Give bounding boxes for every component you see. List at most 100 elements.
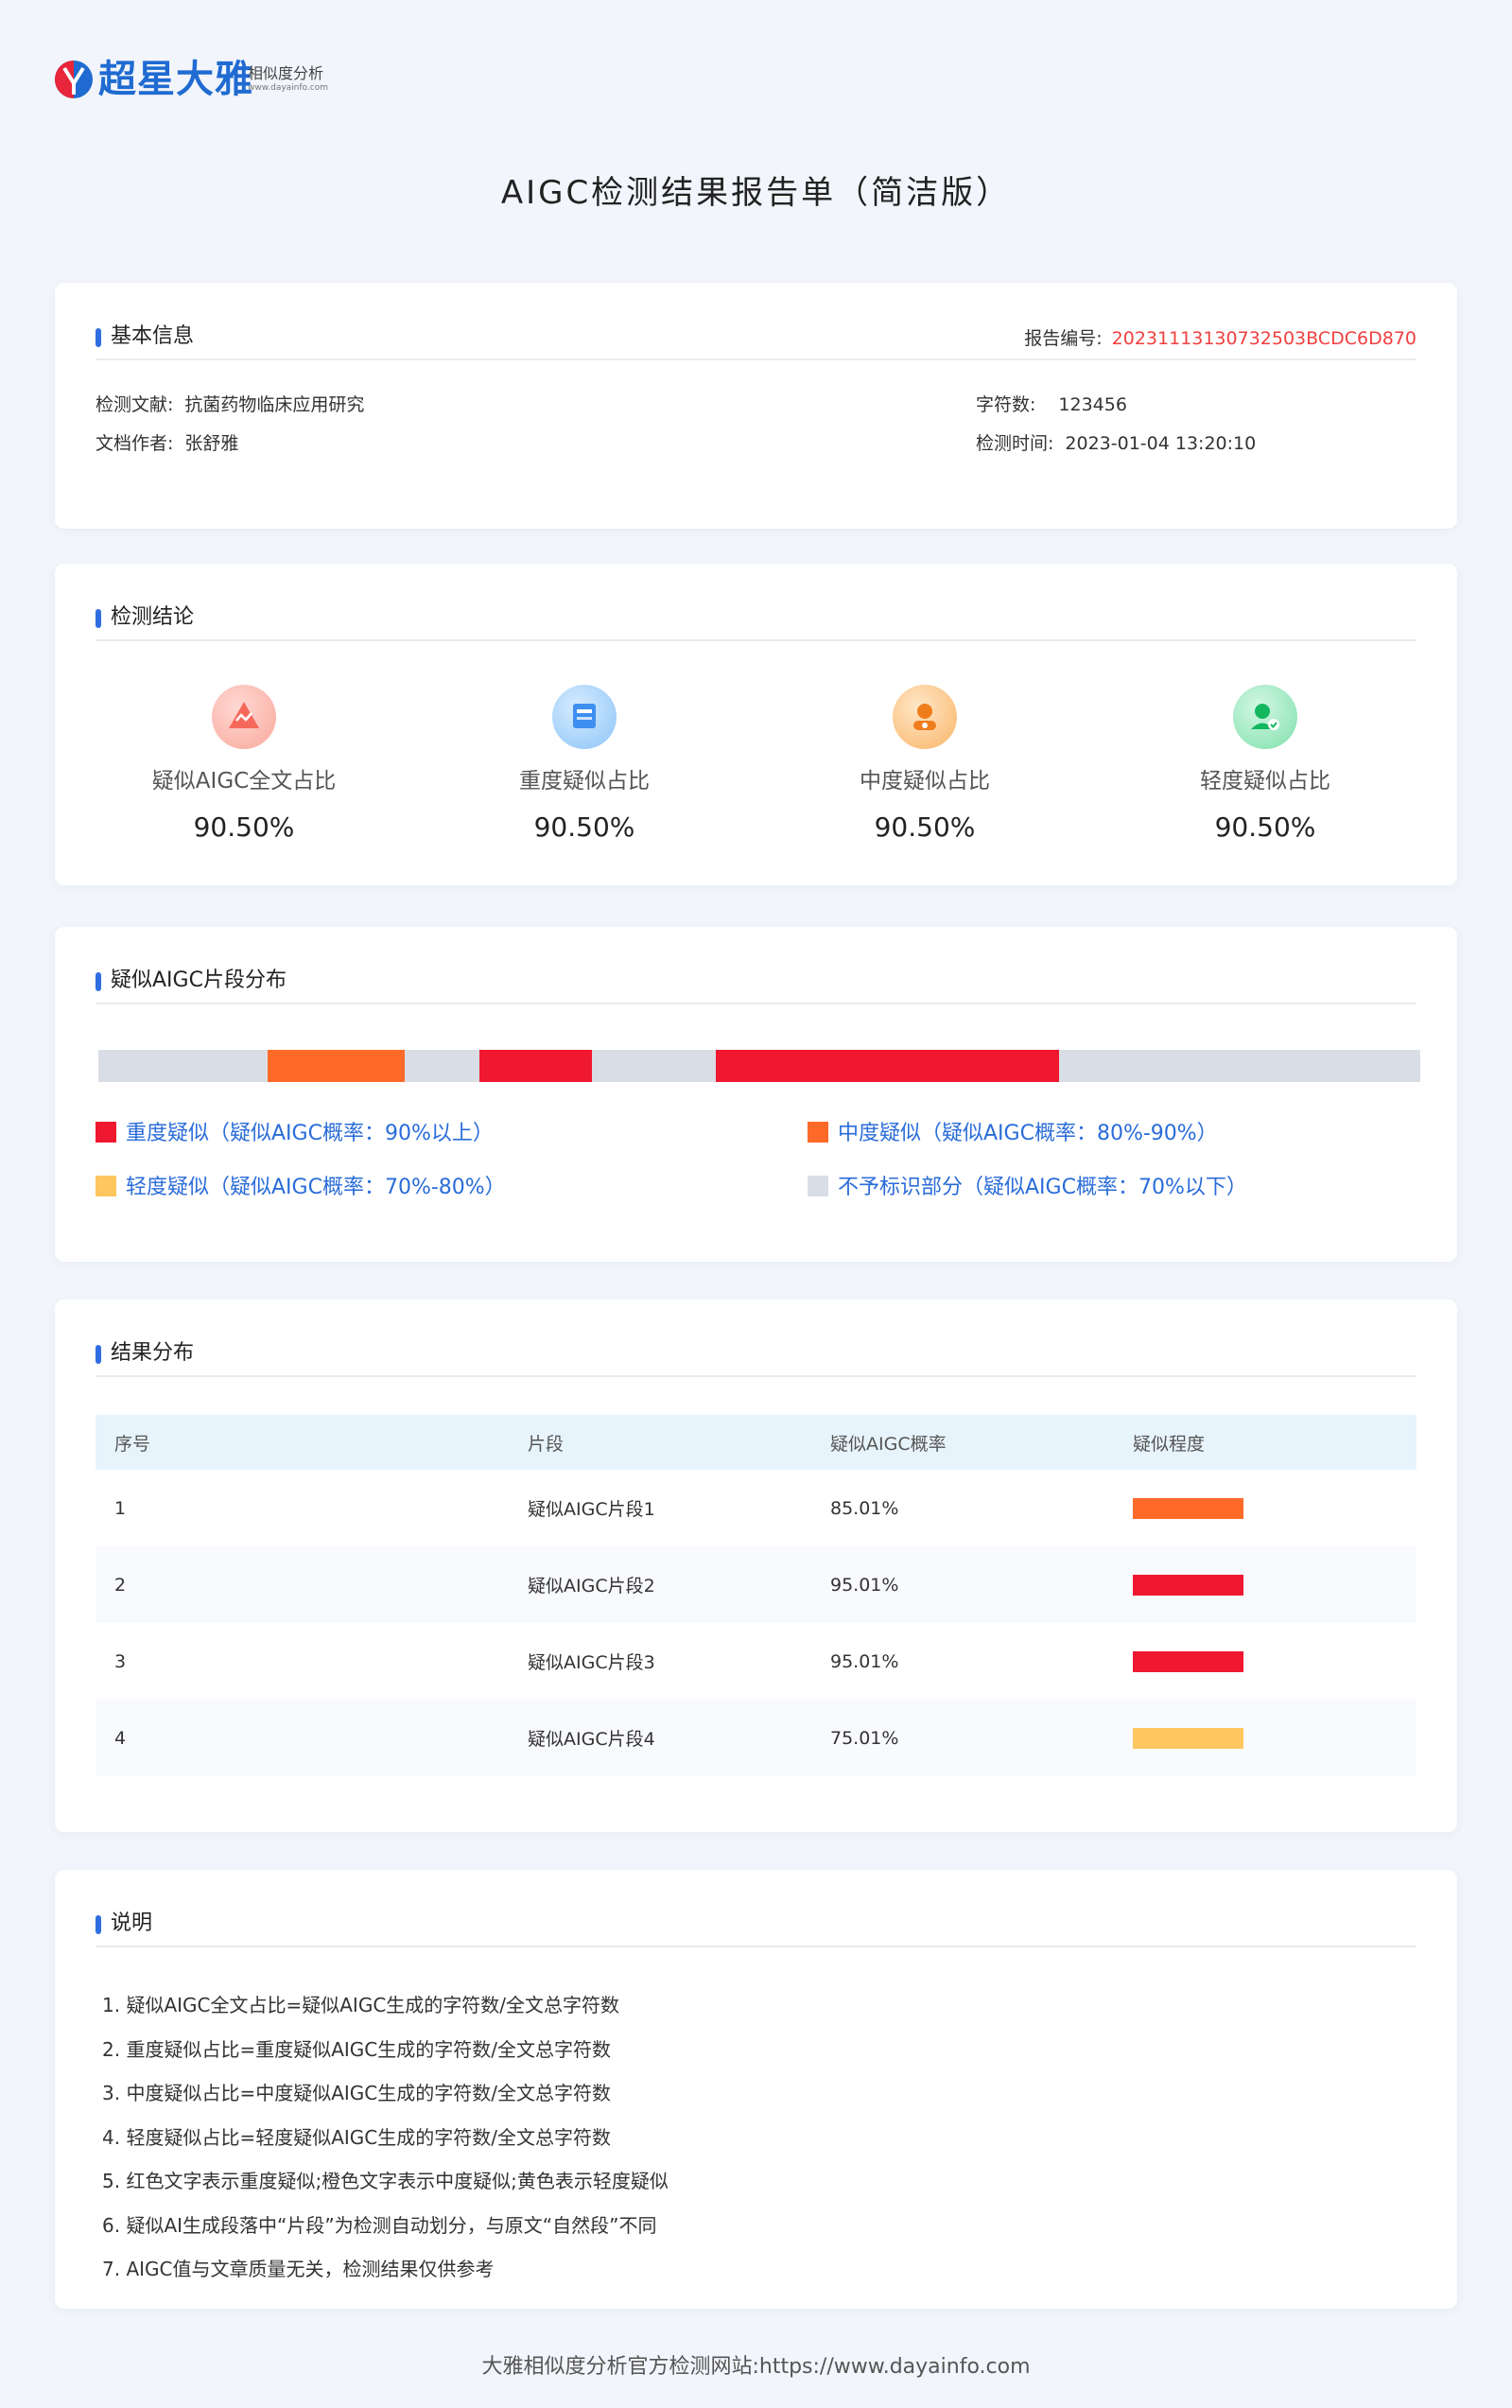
row-probability: 95.01% <box>830 1650 899 1672</box>
time-value: 2023-01-04 13:20:10 <box>1065 433 1257 454</box>
legend-severe: 重度疑似（疑似AIGC概率：90%以上） <box>96 1121 494 1147</box>
legend-swatch <box>96 1176 116 1196</box>
section-title: 结果分布 <box>96 1339 194 1368</box>
note-item: 7. AIGC值与文章质量无关，检测结果仅供参考 <box>102 2258 495 2280</box>
segment-severe <box>716 1050 1059 1082</box>
stat-label: 轻度疑似占比 <box>1200 769 1330 794</box>
note-item: 4. 轻度疑似占比=轻度疑似AIGC生成的字符数/全文总字符数 <box>102 2125 611 2149</box>
row-probability: 75.01% <box>830 1727 899 1749</box>
row-level <box>1133 1700 1243 1776</box>
section-title: 疑似AIGC片段分布 <box>96 967 287 995</box>
legend-label: 中度疑似（疑似AIGC概率：80%-90%） <box>838 1122 1218 1145</box>
notes-list: 1. 疑似AIGC全文占比=疑似AIGC生成的字符数/全文总字符数 2. 重度疑… <box>102 1983 669 2292</box>
document-scan-icon <box>552 685 617 749</box>
table-header-row: 序号 片段 疑似AIGC概率 疑似程度 <box>96 1415 1416 1470</box>
column-header: 序号 <box>114 1433 151 1455</box>
stat-value: 90.50% <box>1214 811 1316 843</box>
stat-value: 90.50% <box>874 811 976 843</box>
section-title: 基本信息 <box>96 323 194 351</box>
legend-swatch <box>808 1176 828 1196</box>
stat-aigc-total: 疑似AIGC全文占比 90.50% <box>102 685 386 843</box>
note-item: 5. 红色文字表示重度疑似;橙色文字表示中度疑似;黄色表示轻度疑似 <box>102 2170 669 2192</box>
stat-label: 疑似AIGC全文占比 <box>151 769 337 794</box>
stat-moderate: 中度疑似占比 90.50% <box>783 685 1067 843</box>
ai-warning-icon <box>212 685 276 749</box>
user-check-icon <box>1233 685 1297 749</box>
brand-subtitle: 相似度分析 <box>248 64 324 82</box>
brand-url: www.dayainfo.com <box>248 83 328 93</box>
doc-info: 检测文献: 抗菌药物临床应用研究 <box>96 391 364 416</box>
stat-label: 中度疑似占比 <box>860 769 990 794</box>
notes-card: 说明 1. 疑似AIGC全文占比=疑似AIGC生成的字符数/全文总字符数 2. … <box>55 1870 1457 2309</box>
author-value: 张舒雅 <box>184 433 239 454</box>
section-title: 检测结论 <box>96 603 194 632</box>
time-label: 检测时间: <box>976 433 1054 454</box>
level-bar <box>1133 1650 1243 1672</box>
table-row: 1 疑似AIGC片段1 85.01% <box>96 1470 1416 1546</box>
row-number: 3 <box>114 1650 127 1672</box>
stat-severe: 重度疑似占比 90.50% <box>443 685 726 843</box>
table-row: 4 疑似AIGC片段4 75.01% <box>96 1700 1416 1776</box>
stat-label: 重度疑似占比 <box>519 769 650 794</box>
legend-label: 轻度疑似（疑似AIGC概率：70%-80%） <box>126 1176 506 1199</box>
distribution-header: 疑似AIGC片段分布 <box>96 957 1416 1004</box>
row-segment: 疑似AIGC片段3 <box>528 1652 655 1673</box>
row-segment: 疑似AIGC片段2 <box>528 1576 655 1597</box>
logo-icon <box>55 61 93 98</box>
robot-user-icon <box>893 685 957 749</box>
basic-info-header: 基本信息 报告编号: 20231113130732503BCDC6D870 <box>96 313 1416 360</box>
time-info: 检测时间: 2023-01-04 13:20:10 <box>976 429 1256 455</box>
legend-label: 不予标识部分（疑似AIGC概率：70%以下） <box>838 1176 1247 1199</box>
level-bar <box>1133 1727 1243 1749</box>
footer-text: 大雅相似度分析官方检测网站:https://www.dayainfo.com <box>481 2355 1031 2379</box>
doc-label: 检测文献: <box>96 394 174 415</box>
level-bar <box>1133 1497 1243 1519</box>
brand-name: 超星大雅 <box>98 58 253 101</box>
table-row: 3 疑似AIGC片段3 95.01% <box>96 1623 1416 1700</box>
row-segment: 疑似AIGC片段4 <box>528 1729 655 1750</box>
note-item: 6. 疑似AI生成段落中“片段”为检测自动划分，与原文“自然段”不同 <box>102 2213 657 2237</box>
row-level <box>1133 1546 1243 1623</box>
row-level <box>1133 1470 1243 1546</box>
conclusion-card: 检测结论 疑似AIGC全文占比 90.50% 重度疑似占比 90.50% 中度疑… <box>55 564 1457 885</box>
legend-none: 不予标识部分（疑似AIGC概率：70%以下） <box>808 1175 1247 1201</box>
column-header: 疑似程度 <box>1133 1433 1206 1455</box>
brand-header: 超星大雅 相似度分析 www.dayainfo.com <box>53 51 431 108</box>
basic-info-card: 基本信息 报告编号: 20231113130732503BCDC6D870 检测文… <box>55 283 1457 529</box>
segment-distribution-bar <box>98 1050 1420 1082</box>
stat-value: 90.50% <box>533 811 635 843</box>
stat-value: 90.50% <box>193 811 295 843</box>
conclusion-header: 检测结论 <box>96 594 1416 641</box>
legend-moderate: 中度疑似（疑似AIGC概率：80%-90%） <box>808 1121 1218 1147</box>
row-level <box>1133 1623 1243 1700</box>
page-title: AIGC检测结果报告单（简洁版） <box>500 174 1012 212</box>
result-card: 结果分布 序号 片段 疑似AIGC概率 疑似程度 1 疑似AIGC片段1 85.… <box>55 1300 1457 1832</box>
author-info: 文档作者: 张舒雅 <box>96 429 238 455</box>
doc-value: 抗菌药物临床应用研究 <box>184 394 365 415</box>
row-number: 4 <box>114 1727 127 1749</box>
distribution-card: 疑似AIGC片段分布 重度疑似（疑似AIGC概率：90%以上） 中度疑似（疑似A… <box>55 927 1457 1262</box>
row-segment: 疑似AIGC片段1 <box>528 1499 655 1520</box>
legend-swatch <box>808 1122 828 1143</box>
row-number: 2 <box>114 1574 127 1596</box>
note-item: 3. 中度疑似占比=中度疑似AIGC生成的字符数/全文总字符数 <box>102 2082 611 2104</box>
note-item: 1. 疑似AIGC全文占比=疑似AIGC生成的字符数/全文总字符数 <box>102 1994 620 2016</box>
table-row: 2 疑似AIGC片段2 95.01% <box>96 1546 1416 1623</box>
column-header: 疑似AIGC概率 <box>830 1433 947 1455</box>
chars-info: 字符数: 123456 <box>976 391 1127 416</box>
report-number: 报告编号: 20231113130732503BCDC6D870 <box>1024 324 1416 350</box>
segment-moderate <box>268 1050 405 1082</box>
legend-swatch <box>96 1122 116 1143</box>
column-header: 片段 <box>528 1433 565 1455</box>
notes-header: 说明 <box>96 1900 1416 1947</box>
level-bar <box>1133 1574 1243 1596</box>
author-label: 文档作者: <box>96 433 174 454</box>
section-title: 说明 <box>96 1910 152 1938</box>
result-header: 结果分布 <box>96 1330 1416 1377</box>
legend-label: 重度疑似（疑似AIGC概率：90%以上） <box>126 1122 494 1145</box>
row-number: 1 <box>114 1497 127 1519</box>
stat-mild: 轻度疑似占比 90.50% <box>1123 685 1407 843</box>
segment-severe <box>479 1050 592 1082</box>
note-item: 2. 重度疑似占比=重度疑似AIGC生成的字符数/全文总字符数 <box>102 2037 611 2061</box>
legend-mild: 轻度疑似（疑似AIGC概率：70%-80%） <box>96 1175 506 1201</box>
